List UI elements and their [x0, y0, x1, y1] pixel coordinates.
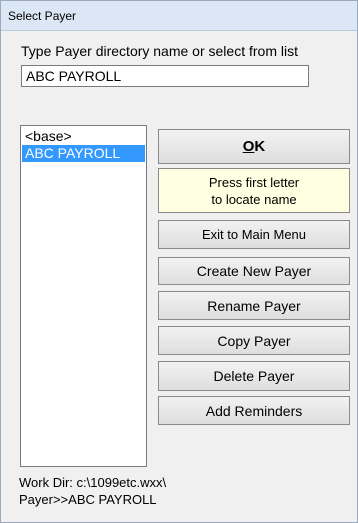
list-item[interactable]: ABC PAYROLL — [22, 145, 145, 162]
prompt-label: Type Payer directory name or select from… — [21, 43, 298, 59]
rename-payer-button[interactable]: Rename Payer — [158, 291, 350, 320]
locate-hint: Press first letter to locate name — [158, 168, 350, 213]
ok-button[interactable]: OK — [158, 129, 350, 164]
status-area: Work Dir: c:\1099etc.wxx\ Payer>>ABC PAY… — [19, 474, 166, 508]
work-dir-label: Work Dir: c:\1099etc.wxx\ — [19, 475, 167, 490]
select-payer-dialog: Select Payer Type Payer directory name o… — [0, 0, 358, 523]
hint-line-2: to locate name — [211, 192, 297, 207]
hint-line-1: Press first letter — [208, 175, 300, 190]
ok-label-rest: K — [254, 138, 266, 155]
exit-to-main-menu-button[interactable]: Exit to Main Menu — [158, 220, 350, 249]
payer-name-input[interactable] — [21, 65, 309, 87]
title-bar: Select Payer — [1, 1, 357, 31]
copy-payer-button[interactable]: Copy Payer — [158, 326, 350, 355]
delete-payer-button[interactable]: Delete Payer — [158, 361, 350, 391]
window-title: Select Payer — [8, 9, 77, 23]
add-reminders-button[interactable]: Add Reminders — [158, 396, 350, 425]
create-new-payer-button[interactable]: Create New Payer — [158, 257, 350, 285]
payer-list[interactable]: <base> ABC PAYROLL — [20, 125, 147, 467]
ok-mnemonic: O — [242, 138, 255, 155]
current-payer-label: Payer>>ABC PAYROLL — [19, 492, 157, 507]
list-item[interactable]: <base> — [22, 128, 145, 145]
